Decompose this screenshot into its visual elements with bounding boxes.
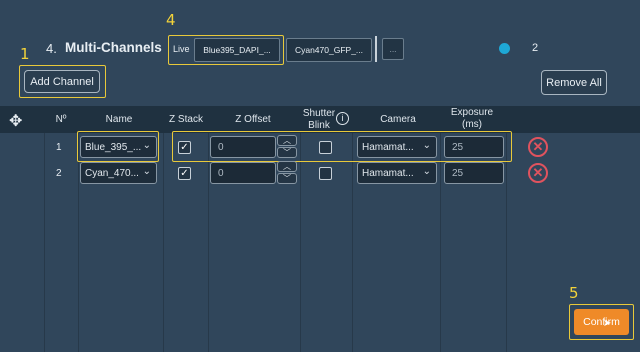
- zoffset-down-button[interactable]: ﹀: [277, 173, 297, 184]
- annotation-1: 1: [20, 45, 30, 63]
- zstack-checkbox[interactable]: ✓: [178, 167, 191, 180]
- chevron-down-icon: ﹀: [283, 148, 291, 157]
- section-title: Multi-Channels: [65, 40, 162, 55]
- zoffset-input[interactable]: 0: [210, 162, 276, 184]
- channel-name-select[interactable]: Cyan_470... ⌄: [80, 162, 157, 184]
- zoffset-input[interactable]: 0: [210, 136, 276, 158]
- shutter-blink-checkbox[interactable]: [319, 141, 332, 154]
- chevron-up-icon: ︿: [283, 162, 291, 171]
- col-exposure: Exposure (ms): [450, 107, 494, 130]
- col-camera: Camera: [380, 114, 416, 125]
- channel-name-value: Cyan_470...: [85, 167, 139, 179]
- live-channel-cyan[interactable]: Cyan470_GFP_...: [286, 38, 372, 62]
- col-zoffset: Z Offset: [235, 114, 271, 125]
- remove-all-button[interactable]: Remove All: [541, 70, 607, 95]
- chevron-down-icon: ⌄: [422, 166, 431, 177]
- status-dot-icon: [499, 43, 510, 54]
- live-label: Live: [173, 44, 190, 54]
- camera-select[interactable]: Hamamat... ⌄: [357, 136, 437, 158]
- confirm-button[interactable]: Confirm: [574, 309, 629, 335]
- check-icon: ✓: [180, 168, 189, 179]
- annotation-5: 5: [569, 284, 579, 302]
- annotation-4: 4: [166, 11, 176, 29]
- chevron-down-icon: ⌄: [422, 140, 431, 151]
- exposure-input[interactable]: 25: [444, 136, 504, 158]
- camera-select[interactable]: Hamamat... ⌄: [357, 162, 437, 184]
- col-no: Nº: [55, 114, 67, 125]
- cursor-icon: ➤: [603, 318, 612, 329]
- divider: [375, 36, 377, 62]
- zstack-checkbox[interactable]: ✓: [178, 141, 191, 154]
- close-icon: ✕: [532, 165, 544, 180]
- camera-value: Hamamat...: [362, 167, 414, 179]
- camera-value: Hamamat...: [362, 141, 414, 153]
- zoffset-up-button[interactable]: ︿: [277, 135, 297, 146]
- move-icon[interactable]: ✥: [9, 111, 22, 131]
- more-channels-button[interactable]: ...: [382, 38, 404, 60]
- channel-count: 2: [532, 42, 539, 54]
- col-shutter-blink: Shutter Blink: [302, 108, 336, 131]
- check-icon: ✓: [180, 142, 189, 153]
- chevron-down-icon: ⌄: [142, 140, 151, 151]
- delete-row-button[interactable]: ✕: [528, 137, 548, 157]
- row-no: 2: [56, 168, 62, 179]
- zoffset-down-button[interactable]: ﹀: [277, 147, 297, 158]
- chevron-down-icon: ⌄: [142, 166, 151, 177]
- close-icon: ✕: [532, 139, 544, 154]
- row-no: 1: [56, 142, 62, 153]
- info-icon[interactable]: i: [336, 112, 349, 125]
- col-name: Name: [105, 114, 133, 125]
- live-channel-blue[interactable]: Blue395_DAPI_...: [194, 38, 280, 62]
- section-number: 4.: [46, 41, 57, 56]
- channel-name-value: Blue_395_...: [85, 141, 142, 153]
- exposure-input[interactable]: 25: [444, 162, 504, 184]
- channel-name-select[interactable]: Blue_395_... ⌄: [80, 136, 157, 158]
- shutter-blink-checkbox[interactable]: [319, 167, 332, 180]
- chevron-up-icon: ︿: [283, 136, 291, 145]
- col-zstack: Z Stack: [169, 114, 203, 125]
- zoffset-up-button[interactable]: ︿: [277, 161, 297, 172]
- delete-row-button[interactable]: ✕: [528, 163, 548, 183]
- chevron-down-icon: ﹀: [283, 174, 291, 183]
- add-channel-button[interactable]: Add Channel: [24, 70, 100, 93]
